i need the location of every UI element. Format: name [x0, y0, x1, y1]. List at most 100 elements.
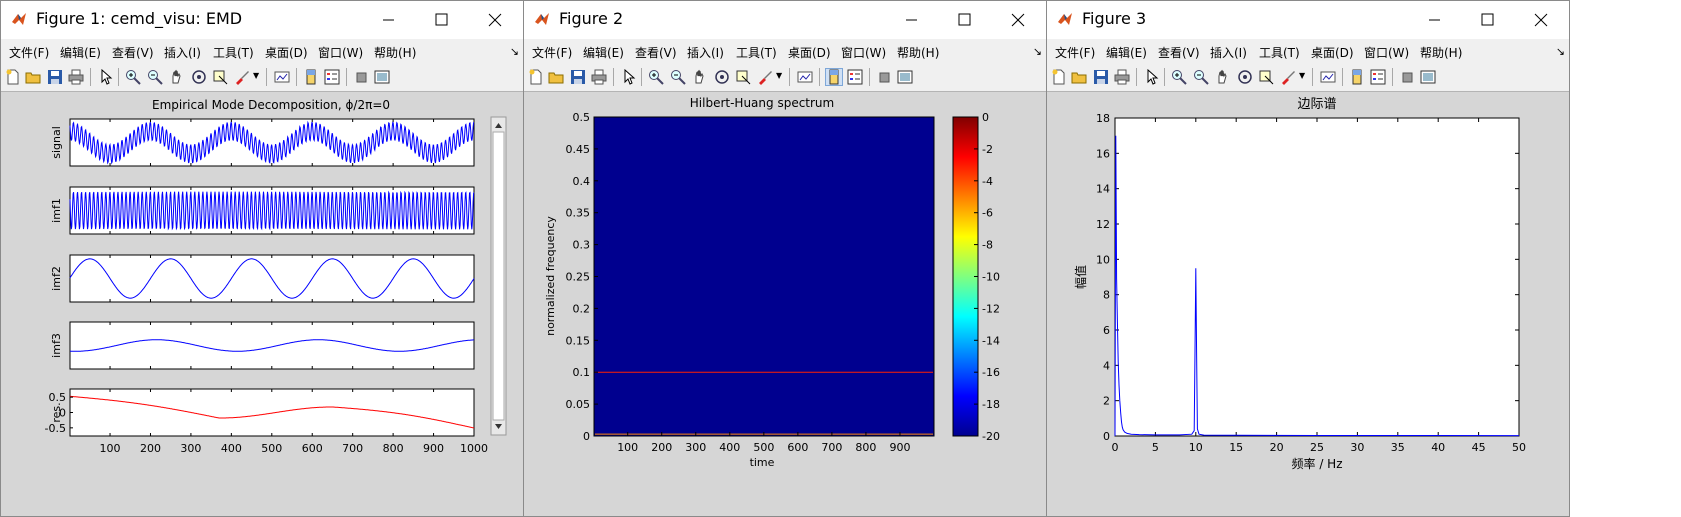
menu-tools[interactable]: 工具(T)	[736, 44, 777, 61]
menu-help[interactable]: 帮助(H)	[374, 44, 416, 61]
minimize-icon[interactable]	[1411, 6, 1457, 34]
colorbar-icon[interactable]	[825, 68, 843, 86]
link-plot-icon[interactable]	[274, 69, 290, 85]
hht-spectrum-image	[593, 116, 935, 437]
zoom-out-icon[interactable]	[147, 69, 163, 85]
save-icon[interactable]	[1093, 69, 1109, 85]
menu-desktop[interactable]: 桌面(D)	[265, 44, 308, 61]
menu-view[interactable]: 查看(V)	[1158, 44, 1200, 61]
new-figure-icon[interactable]	[5, 69, 21, 85]
legend-icon[interactable]	[847, 69, 863, 85]
save-icon[interactable]	[47, 69, 63, 85]
show-plot-tools-icon[interactable]	[1420, 69, 1436, 85]
marginal-ytick-label: 14	[1096, 183, 1110, 196]
figure3-titlebar[interactable]: Figure 3	[1047, 1, 1569, 39]
brush-icon[interactable]	[1280, 69, 1296, 85]
brush-icon[interactable]	[234, 69, 250, 85]
print-icon[interactable]	[591, 69, 607, 85]
menu-desktop[interactable]: 桌面(D)	[1311, 44, 1354, 61]
menu-window[interactable]: 窗口(W)	[841, 44, 886, 61]
colorbar-icon[interactable]	[303, 69, 319, 85]
menu-help[interactable]: 帮助(H)	[1420, 44, 1462, 61]
menu-desktop[interactable]: 桌面(D)	[788, 44, 831, 61]
menu-file[interactable]: 文件(F)	[532, 44, 572, 61]
menu-insert[interactable]: 插入(I)	[164, 44, 201, 61]
link-plot-icon[interactable]	[797, 69, 813, 85]
zoom-out-icon[interactable]	[1193, 69, 1209, 85]
menu-file[interactable]: 文件(F)	[9, 44, 49, 61]
menu-view[interactable]: 查看(V)	[635, 44, 677, 61]
pan-hand-icon[interactable]	[169, 69, 185, 85]
menu-overflow-icon[interactable]: ↘	[1033, 45, 1042, 58]
menu-view[interactable]: 查看(V)	[112, 44, 154, 61]
data-cursor-icon[interactable]	[212, 69, 228, 85]
show-plot-tools-icon[interactable]	[897, 69, 913, 85]
hht-xtick-label: 500	[753, 441, 774, 454]
menu-tools[interactable]: 工具(T)	[213, 44, 254, 61]
menu-insert[interactable]: 插入(I)	[1210, 44, 1247, 61]
pointer-icon[interactable]	[621, 69, 637, 85]
maximize-icon[interactable]	[941, 6, 987, 34]
pan-hand-icon[interactable]	[1215, 69, 1231, 85]
marginal-ytick-label: 10	[1096, 253, 1110, 266]
menu-tools[interactable]: 工具(T)	[1259, 44, 1300, 61]
print-icon[interactable]	[1114, 69, 1130, 85]
figure1-titlebar[interactable]: Figure 1: cemd_visu: EMD	[1, 1, 523, 39]
menu-help[interactable]: 帮助(H)	[897, 44, 939, 61]
maximize-icon[interactable]	[1464, 6, 1510, 34]
menu-window[interactable]: 窗口(W)	[318, 44, 363, 61]
scrollbar-thumb[interactable]	[492, 131, 505, 421]
zoom-in-icon[interactable]	[1171, 69, 1187, 85]
print-icon[interactable]	[68, 69, 84, 85]
menu-edit[interactable]: 编辑(E)	[1106, 44, 1147, 61]
minimize-icon[interactable]	[888, 6, 934, 34]
zoom-in-icon[interactable]	[125, 69, 141, 85]
rotate-3d-icon[interactable]	[714, 69, 730, 85]
colorbar-tick-label: 0	[982, 111, 989, 124]
emd-xtick-label: 100	[100, 442, 121, 455]
open-file-icon[interactable]	[548, 69, 564, 85]
pointer-icon[interactable]	[98, 69, 114, 85]
hht-ytick-label: 0.15	[566, 334, 591, 347]
menu-window[interactable]: 窗口(W)	[1364, 44, 1409, 61]
legend-icon[interactable]	[1370, 69, 1386, 85]
menu-file[interactable]: 文件(F)	[1055, 44, 1095, 61]
zoom-in-icon[interactable]	[648, 69, 664, 85]
menu-edit[interactable]: 编辑(E)	[583, 44, 624, 61]
close-icon[interactable]	[995, 6, 1041, 34]
data-cursor-icon[interactable]	[1258, 69, 1274, 85]
show-plot-tools-icon[interactable]	[374, 69, 390, 85]
brush-icon[interactable]	[757, 69, 773, 85]
menu-insert[interactable]: 插入(I)	[687, 44, 724, 61]
minimize-icon[interactable]	[365, 6, 411, 34]
toolbar-separator	[346, 68, 347, 86]
data-cursor-icon[interactable]	[735, 69, 751, 85]
rotate-3d-icon[interactable]	[191, 69, 207, 85]
close-icon[interactable]	[1518, 6, 1564, 34]
hide-plot-tools-icon[interactable]	[877, 69, 893, 85]
colorbar-icon[interactable]	[1349, 69, 1365, 85]
brush-dropdown-icon[interactable]: ▼	[1299, 71, 1305, 80]
new-figure-icon[interactable]	[1051, 69, 1067, 85]
brush-dropdown-icon[interactable]: ▼	[776, 71, 782, 80]
open-file-icon[interactable]	[25, 69, 41, 85]
new-figure-icon[interactable]	[528, 69, 544, 85]
maximize-icon[interactable]	[418, 6, 464, 34]
menu-overflow-icon[interactable]: ↘	[510, 45, 519, 58]
brush-dropdown-icon[interactable]: ▼	[253, 71, 259, 80]
legend-icon[interactable]	[324, 69, 340, 85]
toolbar-separator	[1136, 68, 1137, 86]
close-icon[interactable]	[472, 6, 518, 34]
figure2-titlebar[interactable]: Figure 2	[524, 1, 1046, 39]
link-plot-icon[interactable]	[1320, 69, 1336, 85]
menu-edit[interactable]: 编辑(E)	[60, 44, 101, 61]
hide-plot-tools-icon[interactable]	[1400, 69, 1416, 85]
zoom-out-icon[interactable]	[670, 69, 686, 85]
pointer-icon[interactable]	[1144, 69, 1160, 85]
save-icon[interactable]	[570, 69, 586, 85]
rotate-3d-icon[interactable]	[1237, 69, 1253, 85]
pan-hand-icon[interactable]	[692, 69, 708, 85]
hide-plot-tools-icon[interactable]	[354, 69, 370, 85]
open-file-icon[interactable]	[1071, 69, 1087, 85]
menu-overflow-icon[interactable]: ↘	[1556, 45, 1565, 58]
